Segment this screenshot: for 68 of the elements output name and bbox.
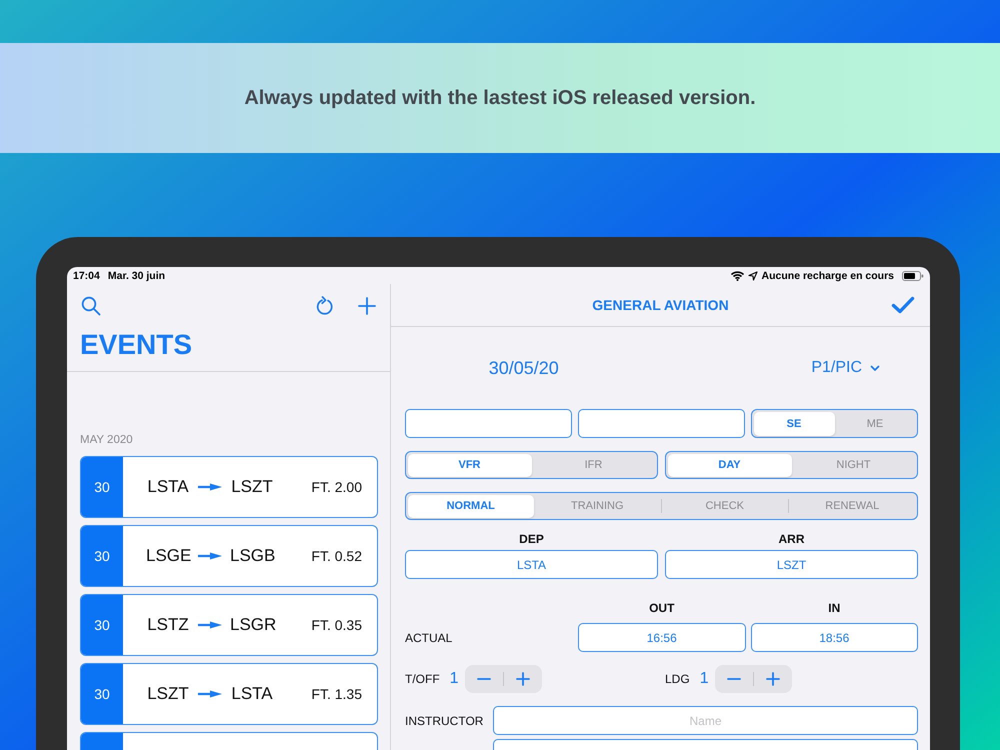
instructor-field[interactable]: Name	[493, 706, 918, 735]
segment[interactable]: TRAINING	[534, 494, 660, 518]
row-label: ACTUAL	[405, 630, 454, 644]
event-day: 30	[81, 595, 123, 655]
date-button[interactable]: 30/05/20	[488, 358, 559, 378]
add-icon[interactable]	[358, 296, 376, 314]
chevron-down-icon	[870, 364, 880, 372]
departure-code: LSTZ	[146, 615, 190, 635]
checkmark-icon[interactable]	[891, 296, 915, 314]
event-card[interactable]: 30 LSZT LSTA FT. 1.35	[80, 663, 378, 725]
segment[interactable]: RENEWAL	[789, 494, 916, 518]
time-field[interactable]: 18:56	[750, 623, 918, 652]
segment[interactable]: NIGHT	[792, 454, 916, 476]
event-day: 30	[81, 664, 123, 724]
section-header: MAY 2020	[80, 434, 134, 446]
field-label: INSTRUCTOR	[405, 714, 484, 728]
input-field[interactable]	[578, 409, 745, 438]
arrow-icon	[198, 483, 222, 491]
segment[interactable]: VFR	[408, 454, 532, 476]
column-header: OUT	[648, 601, 676, 615]
field-label: DEP	[518, 532, 545, 546]
arrow-icon	[198, 690, 222, 698]
flight-time: FT. 0.52	[311, 548, 362, 564]
column-header: IN	[827, 601, 842, 615]
flight-time: FT. 2.00	[311, 479, 362, 495]
segment[interactable]: ME	[834, 412, 916, 436]
segment[interactable]: NORMAL	[408, 494, 534, 518]
counter-value: 1	[700, 670, 709, 688]
time-field[interactable]: 16:56	[578, 623, 746, 652]
field-label: ARR	[778, 532, 806, 546]
airport-field[interactable]: LSTA	[405, 550, 658, 579]
departure-code: LSGE	[146, 546, 190, 566]
arrow-icon	[198, 621, 222, 629]
event-day: 30	[81, 526, 123, 586]
counter-label: T/OFF	[405, 672, 440, 686]
refresh-icon[interactable]	[316, 296, 334, 316]
airport-field[interactable]: LSZT	[665, 550, 918, 579]
event-card[interactable]: 30 LSGE LSGB FT. 0.52	[80, 525, 378, 587]
flight-time: FT. 0.35	[311, 617, 362, 633]
search-icon[interactable]	[81, 296, 101, 316]
segment[interactable]: SE	[754, 412, 834, 436]
segment[interactable]: DAY	[668, 454, 792, 476]
battery-icon	[902, 270, 924, 280]
event-day: 30	[81, 457, 123, 517]
event-card[interactable]: 30 LSTA LSZT FT. 2.00	[80, 456, 378, 518]
arrival-code: LSTA	[230, 684, 274, 704]
charging-status: Aucune recharge en cours	[762, 270, 894, 282]
input-field[interactable]	[405, 409, 572, 438]
counter-label: LDG	[665, 672, 690, 686]
segment[interactable]: IFR	[532, 454, 656, 476]
screen-title: GENERAL AVIATION	[592, 297, 729, 313]
segment[interactable]: CHECK	[662, 494, 788, 518]
role-dropdown[interactable]: P1/PIC	[811, 359, 880, 377]
arrow-icon	[198, 552, 222, 560]
wifi-icon	[730, 270, 744, 280]
status-date: Mar. 30 juin	[108, 270, 166, 282]
events-title: EVENTS	[80, 328, 192, 362]
location-icon	[748, 270, 758, 280]
banner-caption: Always updated with the lastest iOS released version.	[244, 86, 756, 110]
counter-value: 1	[450, 670, 459, 688]
flight-time: FT. 1.35	[311, 686, 362, 702]
arrival-code: LSGB	[230, 546, 274, 566]
event-card[interactable]: 30 LSTZ LSGR FT. 0.35	[80, 594, 378, 656]
departure-code: LSZT	[146, 684, 190, 704]
status-time: 17:04	[73, 270, 100, 282]
arrival-code: LSZT	[230, 477, 274, 497]
arrival-code: LSGR	[230, 615, 274, 635]
departure-code: LSTA	[146, 477, 190, 497]
